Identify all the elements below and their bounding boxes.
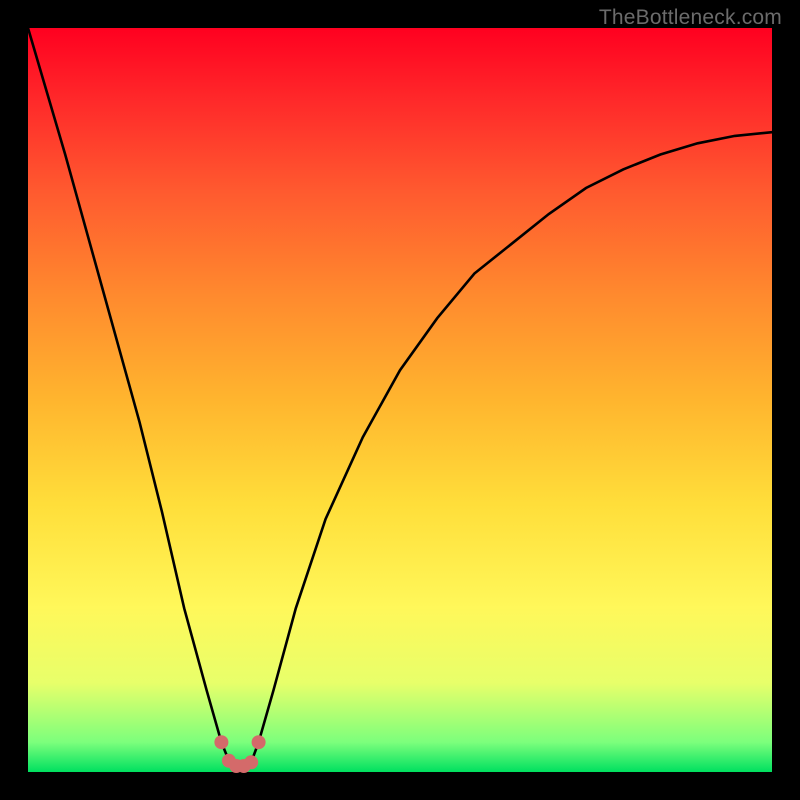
chart-svg — [28, 28, 772, 772]
min-dot — [244, 755, 258, 769]
chart-plot-area — [28, 28, 772, 772]
min-dot — [252, 735, 266, 749]
bottleneck-curve — [28, 28, 772, 766]
min-dot — [214, 735, 228, 749]
min-region-dots — [214, 735, 265, 773]
watermark-text: TheBottleneck.com — [599, 6, 782, 30]
